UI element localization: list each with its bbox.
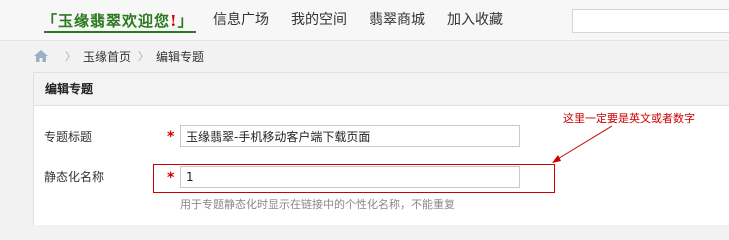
logo-close-bracket: 」 — [177, 12, 194, 30]
nav-item-jade-mall[interactable]: 翡翠商城 — [369, 0, 425, 41]
breadcrumb: 〉 玉缘首页 〉 编辑专题 — [34, 47, 204, 65]
breadcrumb-separator-icon: 〉 — [65, 50, 76, 63]
nav-item-add-favorite[interactable]: 加入收藏 — [447, 0, 503, 41]
logo-underline — [44, 31, 196, 33]
breadcrumb-current: 编辑专题 — [156, 49, 205, 64]
static-name-label: 静态化名称 — [44, 170, 105, 184]
site-logo[interactable]: 「玉缘翡翠欢迎您!」 — [42, 9, 194, 33]
main-nav: 信息广场 我的空间 翡翠商城 加入收藏 — [213, 0, 525, 41]
search-box: 帖子 — [572, 9, 729, 33]
logo-exclamation: ! — [170, 12, 178, 30]
logo-text: 玉缘翡翠欢迎您 — [58, 12, 171, 30]
nav-item-my-space[interactable]: 我的空间 — [291, 0, 347, 41]
search-input[interactable] — [573, 10, 729, 32]
breadcrumb-home-link[interactable]: 玉缘首页 — [83, 48, 131, 65]
nav-item-info-square[interactable]: 信息广场 — [213, 0, 269, 41]
static-name-hint: 用于专题静态化时显示在链接中的个性化名称，不能重复 — [180, 198, 455, 211]
logo-open-bracket: 「 — [42, 12, 59, 30]
static-name-required-mark: * — [167, 170, 175, 186]
topic-title-input[interactable] — [180, 125, 520, 147]
top-navbar: 「玉缘翡翠欢迎您!」 信息广场 我的空间 翡翠商城 加入收藏 帖子 — [0, 0, 729, 41]
static-name-input[interactable] — [180, 166, 520, 188]
annotation-note: 这里一定要是英文或者数字 — [563, 112, 695, 125]
panel-title: 编辑专题 — [34, 73, 729, 106]
breadcrumb-separator-icon: 〉 — [138, 50, 150, 63]
home-icon[interactable] — [34, 50, 48, 62]
title-label: 专题标题 — [44, 130, 93, 144]
title-required-mark: * — [167, 129, 175, 145]
